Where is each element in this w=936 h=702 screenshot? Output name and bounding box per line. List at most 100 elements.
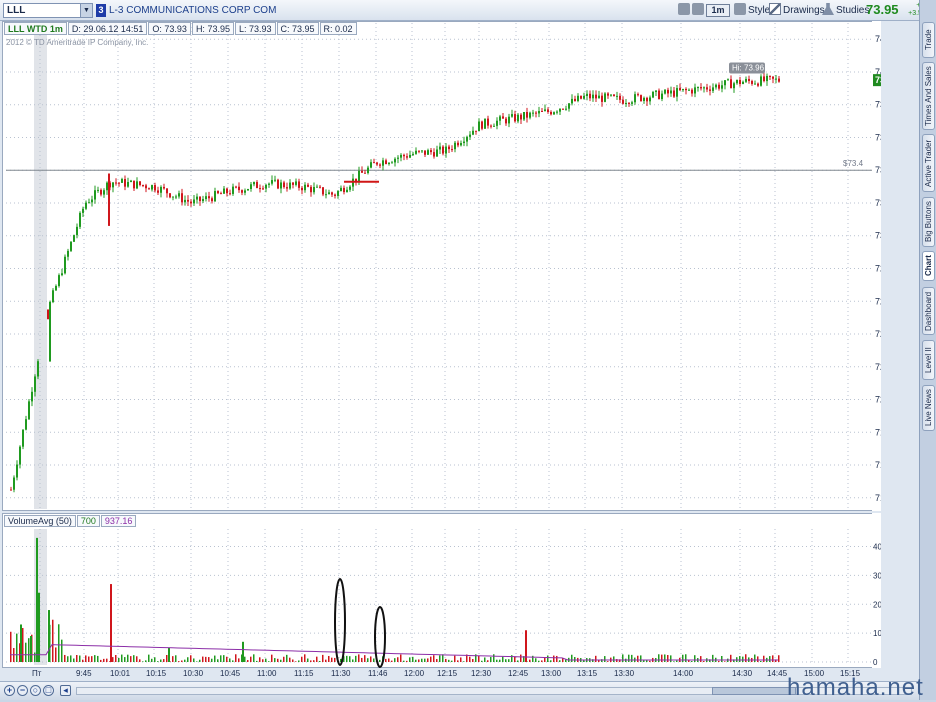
volume-bar bbox=[271, 654, 273, 662]
zoom-reset-icon[interactable]: □ bbox=[43, 685, 54, 696]
zoom-out-icon[interactable]: − bbox=[17, 685, 28, 696]
side-tab-times-and-sales[interactable]: Times And Sales bbox=[922, 62, 935, 130]
price-chart[interactable]: 74.27473.873.673.473.27372.872.672.472.2… bbox=[2, 21, 881, 511]
candle-body bbox=[766, 75, 768, 82]
volume-tick-label: 30,000 bbox=[873, 571, 881, 580]
candle-body bbox=[145, 185, 147, 189]
symbol-dropdown-icon[interactable]: ▼ bbox=[80, 4, 92, 17]
candle-body bbox=[136, 181, 138, 189]
side-tab-dashboard[interactable]: Dashboard bbox=[922, 287, 935, 335]
candle-body bbox=[112, 182, 114, 188]
tools-button[interactable] bbox=[678, 3, 706, 19]
candle-body bbox=[514, 114, 516, 122]
side-tab-active-trader[interactable]: Active Trader bbox=[922, 134, 935, 192]
last-price: 73.95 bbox=[866, 2, 899, 17]
volume-bar bbox=[433, 655, 435, 662]
candle-body bbox=[475, 130, 477, 132]
volume-bar bbox=[670, 655, 672, 662]
candle-body bbox=[259, 188, 261, 190]
volume-bar bbox=[118, 657, 120, 662]
timeframe-button[interactable]: 1m bbox=[706, 4, 730, 17]
volume-chart[interactable]: 40,000 30,000 20,000 10,000 0 Пт 9:45 10:01 10:1… bbox=[2, 513, 881, 681]
volume-bar bbox=[265, 658, 267, 662]
volume-bar bbox=[496, 659, 498, 662]
volume-bar bbox=[85, 655, 87, 662]
time-tick-label: 10:15 bbox=[146, 669, 167, 678]
candle-body bbox=[271, 180, 273, 184]
volume-bar bbox=[110, 584, 112, 662]
candle-body bbox=[91, 199, 93, 203]
candle-body bbox=[661, 93, 663, 100]
volume-bar bbox=[172, 656, 174, 662]
candle-body bbox=[340, 187, 342, 192]
candle-body bbox=[613, 94, 615, 97]
volume-bar bbox=[223, 655, 225, 662]
tools-icon bbox=[678, 3, 690, 15]
volume-bar bbox=[730, 654, 732, 662]
candle-body bbox=[31, 391, 33, 402]
volume-bar bbox=[394, 658, 396, 662]
candle-body bbox=[529, 112, 531, 118]
side-tab-big-buttons[interactable]: Big Buttons bbox=[922, 197, 935, 247]
volume-bar bbox=[463, 661, 465, 662]
info-close: C: 73.95 bbox=[276, 22, 319, 35]
candle-body bbox=[532, 112, 534, 114]
scroll-left-icon[interactable]: ◂ bbox=[60, 685, 71, 696]
zoom-fit-icon[interactable]: ○ bbox=[30, 685, 41, 696]
candle-body bbox=[517, 114, 519, 122]
volume-value: 700 bbox=[76, 515, 100, 527]
candle-body bbox=[412, 153, 414, 155]
candle-body bbox=[319, 186, 321, 188]
candle-body bbox=[670, 90, 672, 94]
side-tab-chart[interactable]: Chart bbox=[922, 251, 935, 281]
time-tick-label: 13:15 bbox=[577, 669, 598, 678]
candle-body bbox=[730, 79, 732, 89]
symbol-input[interactable]: LLL ▼ bbox=[3, 3, 93, 18]
style-button[interactable]: Style bbox=[734, 3, 770, 19]
volume-bar bbox=[58, 624, 60, 662]
price-tick-label: 72.4 bbox=[875, 329, 881, 339]
scroll-thumb[interactable] bbox=[712, 687, 796, 695]
price-tick-label: 73.2 bbox=[875, 198, 881, 208]
time-tick-label: 12:15 bbox=[437, 669, 458, 678]
price-tick-label: 72.2 bbox=[875, 362, 881, 372]
price-tick-label: 74.2 bbox=[875, 34, 881, 44]
volume-bar bbox=[178, 661, 180, 662]
candle-body bbox=[682, 88, 684, 91]
candle-body bbox=[76, 226, 78, 236]
drawings-button[interactable]: Drawings bbox=[769, 3, 825, 19]
price-tick-label: 73.8 bbox=[875, 100, 881, 110]
candle-body bbox=[256, 182, 258, 189]
study-title[interactable]: LLL WTD 1m bbox=[4, 22, 67, 35]
candle-body bbox=[394, 158, 396, 163]
link-group-button[interactable]: 3 bbox=[96, 4, 106, 17]
volume-bar bbox=[124, 657, 126, 662]
candle-body bbox=[553, 112, 555, 115]
volume-study-label[interactable]: VolumeAvg (50) bbox=[4, 515, 76, 527]
candle-body bbox=[691, 89, 693, 94]
candle-body bbox=[103, 190, 105, 195]
bottom-scroll-bar: + − ○ □ ◂ bbox=[0, 681, 919, 700]
candle-body bbox=[745, 78, 747, 82]
candle-body bbox=[646, 97, 648, 102]
candle-body bbox=[424, 150, 426, 155]
volume-bar bbox=[631, 654, 633, 662]
zoom-in-icon[interactable]: + bbox=[4, 685, 15, 696]
candle-body bbox=[19, 446, 21, 465]
candle-body bbox=[493, 125, 495, 127]
candle-body bbox=[343, 187, 345, 193]
candle-body bbox=[727, 79, 729, 81]
volume-bar bbox=[70, 655, 72, 662]
studies-button[interactable]: Studies bbox=[822, 3, 869, 19]
candle-body bbox=[322, 187, 324, 195]
side-tab-live-news[interactable]: Live News bbox=[922, 385, 935, 431]
volume-bar bbox=[415, 659, 417, 662]
side-tab-level-ii[interactable]: Level II bbox=[922, 340, 935, 380]
volume-bar bbox=[490, 656, 492, 662]
candle-body bbox=[763, 76, 765, 82]
volume-bar bbox=[94, 655, 96, 662]
volume-bar bbox=[457, 660, 459, 662]
side-tab-trade[interactable]: Trade bbox=[922, 22, 935, 58]
volume-bar bbox=[30, 636, 32, 662]
candle-body bbox=[775, 78, 777, 80]
